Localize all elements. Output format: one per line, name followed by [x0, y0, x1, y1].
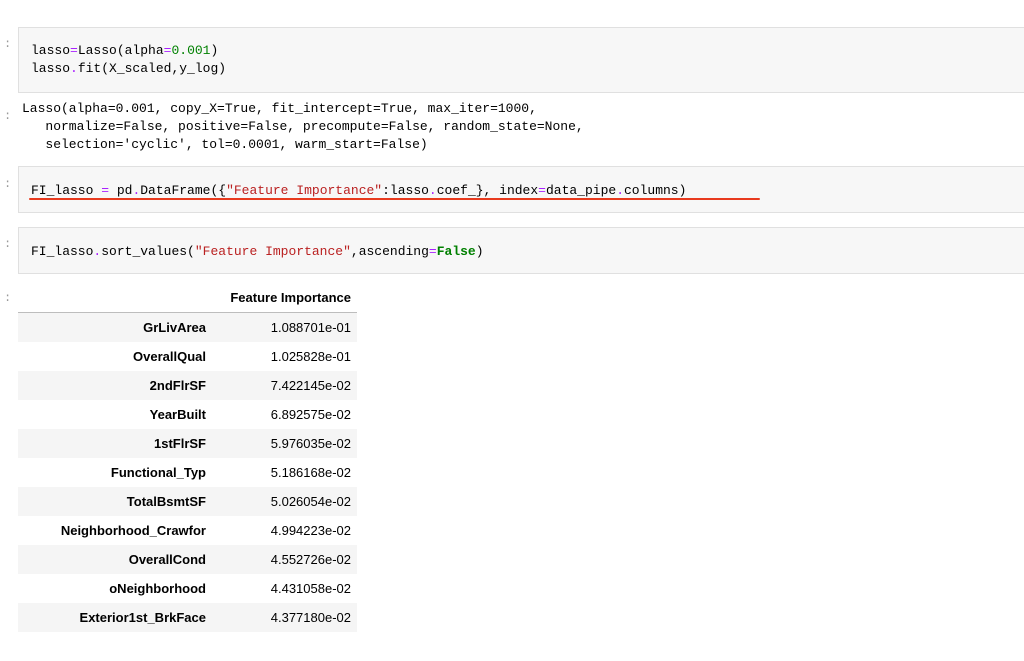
feature-importance-value: 5.976035e-02	[214, 429, 357, 458]
table-row: oNeighborhood4.431058e-02	[18, 574, 357, 603]
row-index-label: 1stFlrSF	[18, 429, 214, 458]
code-line: FI_lasso.sort_values("Feature Importance…	[31, 243, 484, 261]
feature-importance-value: 4.994223e-02	[214, 516, 357, 545]
table-row: OverallQual1.025828e-01	[18, 342, 357, 371]
table-row: GrLivArea1.088701e-01	[18, 313, 357, 343]
table-row: 1stFlrSF5.976035e-02	[18, 429, 357, 458]
feature-importance-value: 4.377180e-02	[214, 603, 357, 632]
table-row: OverallCond4.552726e-02	[18, 545, 357, 574]
table-header-row: Feature Importance	[18, 283, 357, 313]
table-row	[18, 632, 357, 661]
feature-importance-value	[214, 632, 357, 661]
table-row: Neighborhood_Crawfor4.994223e-02	[18, 516, 357, 545]
feature-importance-value: 4.431058e-02	[214, 574, 357, 603]
feature-importance-value: 4.552726e-02	[214, 545, 357, 574]
row-index-label: oNeighborhood	[18, 574, 214, 603]
table-row: TotalBsmtSF5.026054e-02	[18, 487, 357, 516]
row-index-label: TotalBsmtSF	[18, 487, 214, 516]
cell-prompt-marker: :	[4, 178, 12, 190]
red-underline-annotation	[29, 198, 760, 200]
row-index-label: Exterior1st_BrkFace	[18, 603, 214, 632]
feature-importance-value: 1.025828e-01	[214, 342, 357, 371]
table-body: GrLivArea1.088701e-01OverallQual1.025828…	[18, 313, 357, 661]
row-index-label: OverallCond	[18, 545, 214, 574]
row-index-label: OverallQual	[18, 342, 214, 371]
output-prompt-marker: :	[4, 110, 12, 122]
output-line: normalize=False, positive=False, precomp…	[22, 118, 584, 136]
output-line: Lasso(alpha=0.001, copy_X=True, fit_inte…	[22, 100, 537, 118]
code-cell-feature-importance[interactable]: FI_lasso = pd.DataFrame({"Feature Import…	[18, 166, 1024, 213]
code-line: lasso.fit(X_scaled,y_log)	[31, 60, 226, 78]
feature-importance-value: 5.026054e-02	[214, 487, 357, 516]
index-header	[18, 283, 214, 313]
row-index-label: GrLivArea	[18, 313, 214, 343]
code-line: lasso=Lasso(alpha=0.001)	[31, 42, 218, 60]
table-row: Functional_Typ5.186168e-02	[18, 458, 357, 487]
table-row: YearBuilt6.892575e-02	[18, 400, 357, 429]
row-index-label: 2ndFlrSF	[18, 371, 214, 400]
table-row: 2ndFlrSF7.422145e-02	[18, 371, 357, 400]
cell-prompt-marker: :	[4, 38, 12, 50]
row-index-label: Neighborhood_Crawfor	[18, 516, 214, 545]
row-index-label: YearBuilt	[18, 400, 214, 429]
output-line: selection='cyclic', tol=0.0001, warm_sta…	[22, 136, 428, 154]
cell-prompt-marker: :	[4, 238, 12, 250]
row-index-label: Functional_Typ	[18, 458, 214, 487]
feature-importance-value: 1.088701e-01	[214, 313, 357, 343]
feature-importance-table: Feature Importance GrLivArea1.088701e-01…	[18, 283, 357, 661]
feature-importance-value: 6.892575e-02	[214, 400, 357, 429]
code-cell-lasso[interactable]: lasso=Lasso(alpha=0.001) lasso.fit(X_sca…	[18, 27, 1024, 93]
row-index-label	[18, 632, 214, 661]
column-header: Feature Importance	[214, 283, 357, 313]
code-cell-sort-values[interactable]: FI_lasso.sort_values("Feature Importance…	[18, 227, 1024, 274]
table-row: Exterior1st_BrkFace4.377180e-02	[18, 603, 357, 632]
feature-importance-value: 7.422145e-02	[214, 371, 357, 400]
feature-importance-value: 5.186168e-02	[214, 458, 357, 487]
output-prompt-marker: :	[4, 292, 12, 304]
